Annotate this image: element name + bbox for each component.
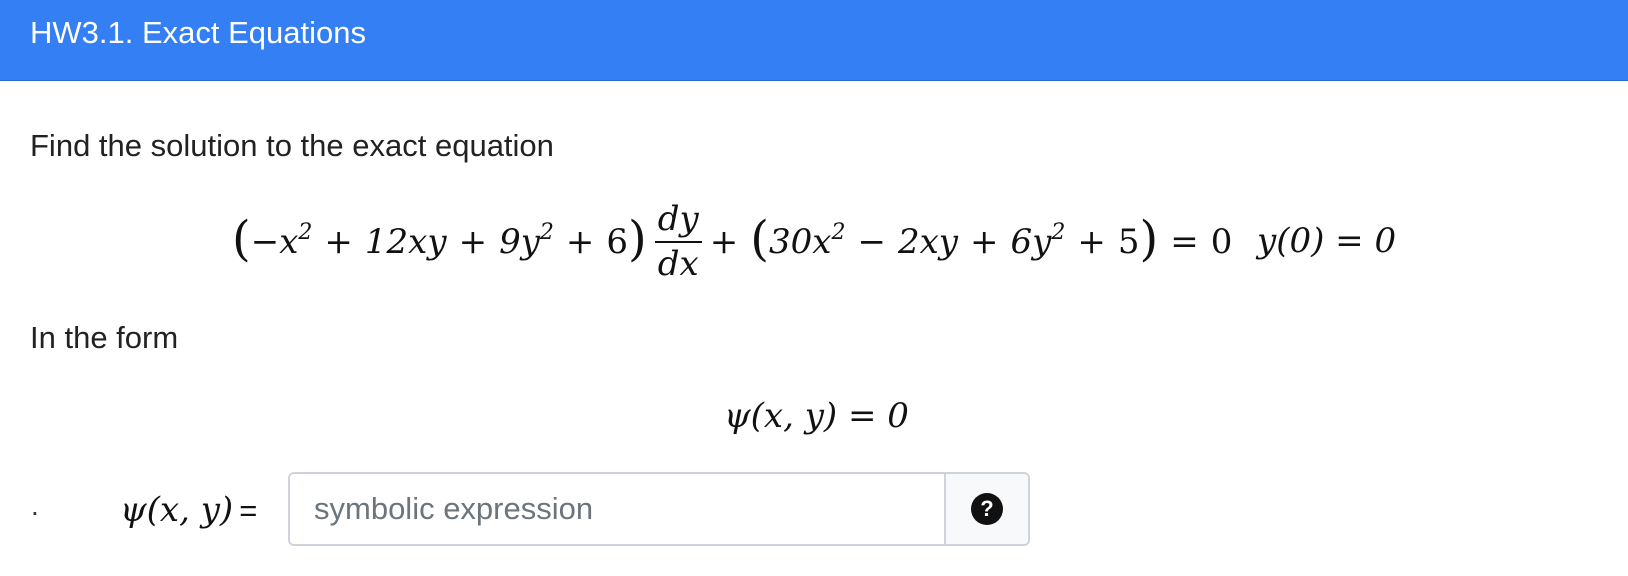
exact-equation: ( −x2 + 12xy + 9y2 + 6 ) dy dx + ( 30x2 … [232,198,1233,284]
derivative-fraction: dy dx [654,199,702,284]
fraction-numerator: dy [654,199,702,243]
answer-bullet: . [31,490,39,521]
question-circle-icon: ? [971,493,1003,525]
answer-input-group: ? [288,472,1030,546]
left-paren-2: ( [750,211,769,267]
term-9y2: 9y2 [499,220,554,263]
term-6y2: 6y2 [1010,220,1066,263]
page-header: HW3.1. Exact Equations [0,0,1628,81]
initial-condition: y(0) = 0 [1257,221,1397,261]
left-paren-1: ( [232,211,251,267]
term-const-5: 5 [1117,222,1140,262]
question-intro: Find the solution to the exact equation [30,128,554,163]
equation-rhs: 0 [1210,222,1233,262]
answer-label-equals: = [239,493,258,528]
page-title: HW3.1. Exact Equations [30,15,366,50]
help-button[interactable]: ? [944,474,1028,544]
right-paren-2: ) [1139,211,1159,267]
symbolic-expression-input[interactable] [290,474,944,544]
answer-row: . ψ(x, y)= ? [0,472,1628,548]
answer-label-math: ψ(x, y) [120,490,234,530]
term-2xy: 2xy [897,222,958,262]
form-equation: ψ(x, y) = 0 [724,396,909,436]
answer-label: ψ(x, y) = [120,490,257,531]
form-text: In the form [30,320,179,355]
right-paren-1: ) [628,211,647,267]
term-12xy: 12xy [364,222,447,262]
fraction-denominator: dx [657,244,699,284]
term-const-6: 6 [606,222,629,262]
term-neg-x2: −x2 [250,220,313,263]
term-30x2: 30x2 [769,220,846,263]
